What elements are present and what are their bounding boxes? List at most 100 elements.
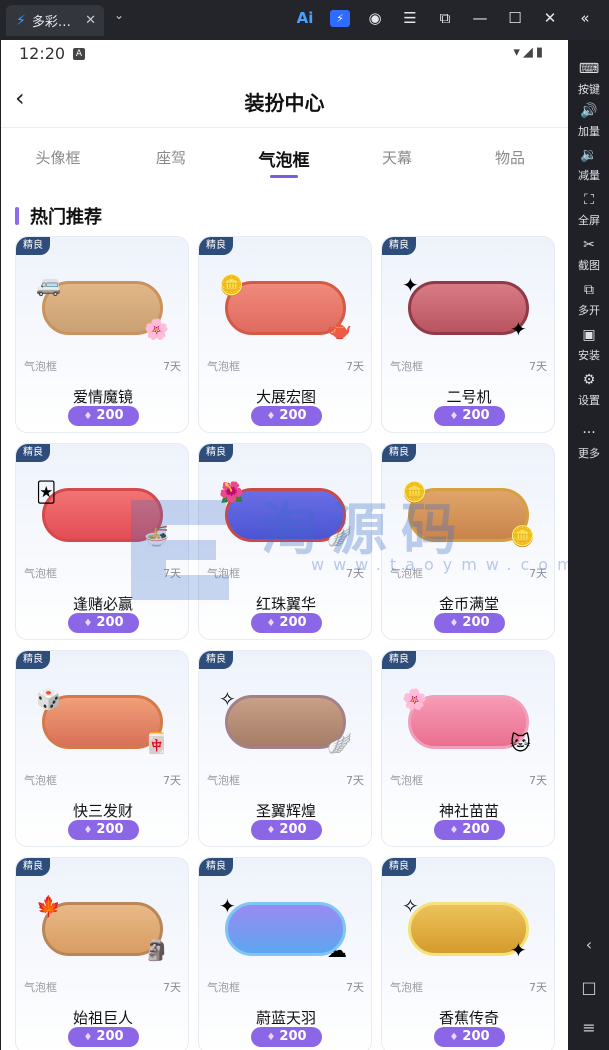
sidebar-item[interactable]: ⧉ 多开: [569, 281, 609, 318]
item-card[interactable]: 精良 🃏 🍜 气泡框 7天 逢赌必赢 ♦ 200: [15, 443, 189, 640]
volume-up-icon: 🔊: [580, 103, 598, 119]
item-name: 二号机: [446, 388, 492, 406]
item-duration: 7天: [346, 567, 364, 580]
item-card[interactable]: 精良 🚐 🌸 气泡框 7天 爱情魔镜 ♦ 200: [15, 236, 189, 433]
price-value: 200: [279, 822, 307, 837]
menu-icon[interactable]: ☰: [400, 9, 420, 27]
tab-title: 多彩…: [31, 15, 71, 30]
diamond-icon: ♦: [83, 411, 93, 422]
frame-decoration-icon: 🀄: [144, 731, 169, 755]
sidebar-item[interactable]: ··· 更多: [569, 424, 609, 461]
item-name: 红珠翼华: [255, 595, 316, 613]
minimize-icon[interactable]: —: [470, 9, 490, 27]
item-card[interactable]: 精良 ✦ ☁ 气泡框 7天 蔚蓝天羽 ♦ 200: [198, 857, 372, 1050]
item-card[interactable]: 精良 🎲 🀄 气泡框 7天 快三发财 ♦ 200: [15, 650, 189, 847]
app-tab[interactable]: ⚡ 多彩… ✕: [6, 5, 104, 36]
price-button[interactable]: ♦ 200: [434, 613, 505, 633]
item-name: 蔚蓝天羽: [255, 1009, 316, 1027]
price-button[interactable]: ♦ 200: [68, 1027, 139, 1047]
price-value: 200: [462, 408, 490, 423]
frame-decoration-icon: 🃏: [36, 480, 57, 504]
frame-decoration-icon: ✦: [402, 273, 419, 297]
item-type-label: 气泡框: [24, 360, 57, 373]
item-duration: 7天: [346, 360, 364, 373]
item-name: 圣翼辉煌: [255, 802, 316, 820]
sidebar-item[interactable]: ⚙ 设置: [569, 371, 609, 408]
item-card[interactable]: 精良 🍁 🗿 气泡框 7天 始祖巨人 ♦ 200: [15, 857, 189, 1050]
item-name: 快三发财: [72, 802, 133, 820]
frame-decoration-icon: 🪽: [327, 731, 352, 755]
frame-decoration-icon: 🌸: [144, 317, 169, 341]
price-button[interactable]: ♦ 200: [251, 820, 322, 840]
price-button[interactable]: ♦ 200: [434, 1027, 505, 1047]
tab-sky-curtain[interactable]: 天幕: [357, 147, 437, 168]
tab-vehicle[interactable]: 座驾: [131, 147, 211, 168]
tab-items[interactable]: 物品: [470, 147, 550, 168]
tab-list-chevron-icon[interactable]: ⌄: [114, 8, 124, 22]
sidebar-item[interactable]: ▣ 安装: [569, 326, 609, 363]
diamond-icon: ♦: [449, 1032, 459, 1043]
price-value: 200: [462, 615, 490, 630]
tab-close-icon[interactable]: ✕: [85, 13, 96, 28]
item-card[interactable]: 精良 🪙 🫖 气泡框 7天 大展宏图 ♦ 200: [198, 236, 372, 433]
notification-a-icon: A: [73, 48, 85, 60]
quality-badge: 精良: [382, 651, 416, 669]
price-button[interactable]: ♦ 200: [68, 613, 139, 633]
tab-avatar-frame[interactable]: 头像框: [18, 147, 98, 168]
price-button[interactable]: ♦ 200: [251, 1027, 322, 1047]
bolt-icon[interactable]: ⚡: [330, 9, 350, 27]
price-value: 200: [462, 1029, 490, 1044]
frame-decoration-icon: 🪽: [327, 524, 352, 548]
user-icon[interactable]: ◉: [365, 9, 385, 27]
price-button[interactable]: ♦ 200: [434, 406, 505, 426]
nav-home-icon[interactable]: □: [569, 978, 609, 997]
sidebar-item-label: 截图: [578, 259, 600, 272]
status-time: 12:20: [19, 44, 66, 63]
section-header: 热门推荐: [15, 204, 102, 228]
sidebar-item[interactable]: ✂ 截图: [569, 236, 609, 273]
nav-back-icon[interactable]: ‹: [569, 935, 609, 954]
diamond-icon: ♦: [266, 618, 276, 629]
apk-install-icon: ▣: [582, 327, 596, 343]
tab-bubble-frame[interactable]: 气泡框: [244, 146, 324, 171]
item-card[interactable]: 精良 ✧ ✦ 气泡框 7天 香蕉传奇 ♦ 200: [381, 857, 555, 1050]
sidebar-item[interactable]: 🔊 加量: [569, 102, 609, 139]
nav-recent-icon[interactable]: ≡: [569, 1018, 609, 1037]
sidebar-item[interactable]: ⌨ 按键: [569, 60, 609, 97]
item-type-label: 气泡框: [24, 981, 57, 994]
item-duration: 7天: [529, 981, 547, 994]
item-name: 金币满堂: [438, 595, 499, 613]
price-value: 200: [279, 1029, 307, 1044]
diamond-icon: ♦: [449, 618, 459, 629]
popout-icon[interactable]: ⧉: [435, 9, 455, 27]
price-value: 200: [96, 1029, 124, 1044]
price-button[interactable]: ♦ 200: [68, 820, 139, 840]
close-icon[interactable]: ✕: [540, 9, 560, 27]
item-type-label: 气泡框: [390, 774, 423, 787]
app-logo-icon: ⚡: [16, 12, 26, 29]
diamond-icon: ♦: [449, 825, 459, 836]
item-card[interactable]: 精良 ✦ ✦ 气泡框 7天 二号机 ♦ 200: [381, 236, 555, 433]
diamond-icon: ♦: [83, 1032, 93, 1043]
frame-decoration-icon: 🌺: [219, 480, 244, 504]
price-button[interactable]: ♦ 200: [434, 820, 505, 840]
ai-icon[interactable]: Ai: [295, 9, 315, 27]
sidebar-item-label: 减量: [578, 169, 600, 182]
item-duration: 7天: [163, 774, 181, 787]
item-card[interactable]: 精良 🌺 🪽 气泡框 7天 红珠翼华 ♦ 200: [198, 443, 372, 640]
item-card[interactable]: 精良 🌸 🐱 气泡框 7天 神社苗苗 ♦ 200: [381, 650, 555, 847]
item-card[interactable]: 精良 🪙 🪙 气泡框 7天 金币满堂 ♦ 200: [381, 443, 555, 640]
frame-decoration-icon: ✦: [219, 894, 236, 918]
price-button[interactable]: ♦ 200: [251, 406, 322, 426]
sidebar-item[interactable]: ⛶ 全屏: [569, 191, 609, 228]
item-card[interactable]: 精良 ✧ 🪽 气泡框 7天 圣翼辉煌 ♦ 200: [198, 650, 372, 847]
item-name: 爱情魔镜: [72, 388, 133, 406]
sidebar-item[interactable]: 🔉 减量: [569, 146, 609, 183]
collapse-icon[interactable]: «: [575, 9, 595, 27]
frame-decoration-icon: 🌸: [402, 687, 427, 711]
maximize-icon[interactable]: ☐: [505, 9, 525, 27]
price-button[interactable]: ♦ 200: [68, 406, 139, 426]
status-bar: 12:20 A ▾◢▮: [1, 40, 568, 70]
price-button[interactable]: ♦ 200: [251, 613, 322, 633]
quality-badge: 精良: [199, 651, 233, 669]
